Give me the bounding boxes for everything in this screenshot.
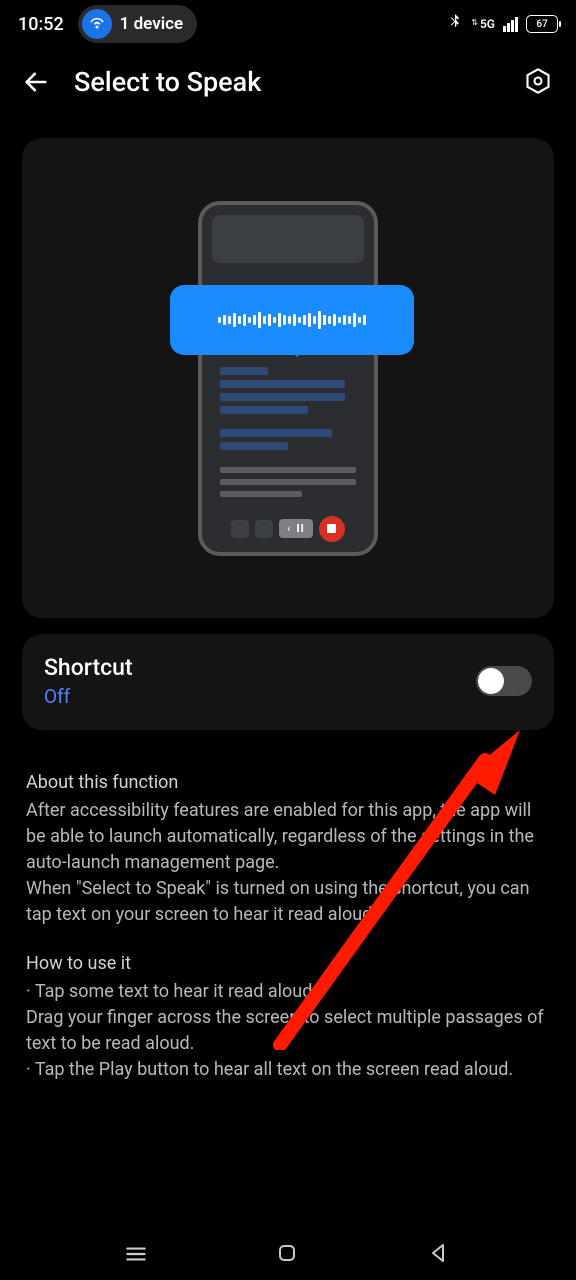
stop-icon	[319, 516, 345, 542]
page-header: Select to Speak	[0, 48, 576, 118]
device-count-label: 1 device	[120, 14, 184, 34]
system-nav-bar	[0, 1228, 576, 1280]
shortcut-label: Shortcut	[44, 654, 133, 681]
howto-item-3: · Tap the Play button to hear all text o…	[26, 1057, 550, 1083]
phone-illustration: ‹II	[198, 201, 378, 556]
network-label: 5G	[480, 17, 495, 31]
page-title: Select to Speak	[74, 66, 261, 98]
shortcut-state: Off	[44, 685, 133, 708]
home-icon[interactable]	[275, 1241, 301, 1267]
status-bar: 10:52 1 device ⇅ 5G 67	[0, 0, 576, 48]
shortcut-row[interactable]: Shortcut Off	[22, 634, 554, 730]
howto-heading: How to use it	[26, 951, 550, 977]
back-nav-icon[interactable]	[427, 1241, 453, 1267]
signal-icon	[503, 17, 518, 32]
about-heading: About this function	[26, 770, 550, 796]
battery-pct: 67	[536, 19, 547, 30]
playback-controls-illustration: ‹II	[202, 516, 374, 542]
settings-gear-icon[interactable]	[524, 67, 554, 97]
howto-item-1: · Tap some text to hear it read aloud.	[26, 979, 550, 1005]
about-body-1: After accessibility features are enabled…	[26, 798, 550, 876]
shortcut-toggle[interactable]	[476, 666, 532, 696]
battery-icon: 67	[526, 15, 558, 33]
device-cast-pill[interactable]: 1 device	[78, 5, 198, 43]
cast-icon	[82, 9, 112, 39]
back-icon[interactable]	[22, 68, 50, 96]
speech-bubble-icon	[170, 285, 414, 355]
status-time: 10:52	[18, 14, 64, 35]
howto-item-2: Drag your finger across the screen to se…	[26, 1005, 550, 1057]
bluetooth-icon	[447, 14, 463, 34]
about-body-2: When "Select to Speak" is turned on usin…	[26, 876, 550, 928]
feature-illustration: ‹II	[22, 138, 554, 618]
description-text: About this function After accessibility …	[0, 730, 576, 1083]
recents-icon[interactable]	[123, 1241, 149, 1267]
